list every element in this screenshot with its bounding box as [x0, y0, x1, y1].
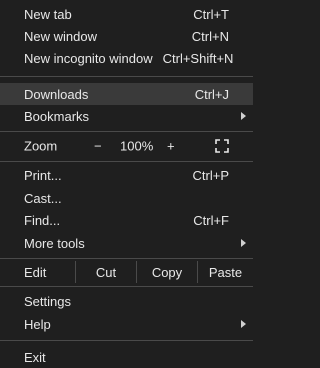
menu-item-exit[interactable]: Exit	[0, 346, 253, 368]
menu-item-more-tools[interactable]: More tools	[0, 232, 253, 254]
menu-item-label: Settings	[24, 293, 71, 309]
menu-item-label: New incognito window	[24, 50, 153, 66]
menu-item-label: Bookmarks	[24, 108, 90, 124]
menu-separator	[0, 131, 253, 132]
cut-button[interactable]: Cut	[76, 261, 136, 283]
menu-item-label: New tab	[24, 6, 72, 22]
menu-item-new-incognito-window[interactable]: New incognito window Ctrl+Shift+N	[0, 47, 253, 69]
copy-button[interactable]: Copy	[137, 261, 197, 283]
zoom-in-button[interactable]: +	[167, 139, 175, 154]
menu-separator	[0, 76, 253, 77]
menu-item-label: Cast...	[24, 190, 62, 206]
fullscreen-icon[interactable]	[215, 139, 229, 153]
menu-item-label: Help	[24, 316, 51, 332]
menu-item-new-tab[interactable]: New tab Ctrl+T	[0, 3, 253, 25]
zoom-control-row: Zoom − 100% +	[0, 135, 253, 157]
browser-context-menu: New tab Ctrl+T New window Ctrl+N New inc…	[0, 0, 253, 368]
menu-item-label: New window	[24, 28, 97, 44]
zoom-label: Zoom	[24, 138, 58, 154]
submenu-arrow-icon	[241, 320, 246, 328]
zoom-out-button[interactable]: −	[94, 139, 102, 154]
paste-button[interactable]: Paste	[198, 261, 253, 283]
menu-item-shortcut: Ctrl+F	[193, 212, 229, 228]
menu-item-downloads[interactable]: Downloads Ctrl+J	[0, 83, 253, 105]
menu-item-label: Downloads	[24, 86, 89, 102]
menu-item-shortcut: Ctrl+Shift+N	[162, 50, 234, 66]
menu-item-bookmarks[interactable]: Bookmarks	[0, 105, 253, 127]
menu-item-cast[interactable]: Cast...	[0, 187, 253, 209]
menu-item-shortcut: Ctrl+T	[193, 6, 229, 22]
menu-separator	[0, 286, 253, 287]
menu-item-label: Find...	[24, 212, 61, 228]
menu-separator	[0, 258, 253, 259]
menu-item-shortcut: Ctrl+P	[192, 167, 229, 183]
menu-separator	[0, 161, 253, 162]
submenu-arrow-icon	[241, 112, 246, 120]
menu-item-shortcut: Ctrl+J	[194, 86, 229, 102]
menu-item-help[interactable]: Help	[0, 313, 253, 335]
zoom-level: 100%	[120, 138, 154, 154]
menu-item-label: Exit	[24, 349, 46, 365]
menu-item-settings[interactable]: Settings	[0, 290, 253, 312]
submenu-arrow-icon	[241, 239, 246, 247]
menu-item-find[interactable]: Find... Ctrl+F	[0, 209, 253, 231]
menu-item-label: More tools	[24, 235, 85, 251]
edit-label: Edit	[24, 264, 47, 280]
menu-item-shortcut: Ctrl+N	[191, 28, 229, 44]
menu-separator	[0, 340, 253, 341]
menu-item-label: Print...	[24, 167, 62, 183]
edit-control-row: Edit Cut Copy Paste	[0, 261, 253, 283]
menu-item-print[interactable]: Print... Ctrl+P	[0, 164, 253, 186]
menu-item-new-window[interactable]: New window Ctrl+N	[0, 25, 253, 47]
